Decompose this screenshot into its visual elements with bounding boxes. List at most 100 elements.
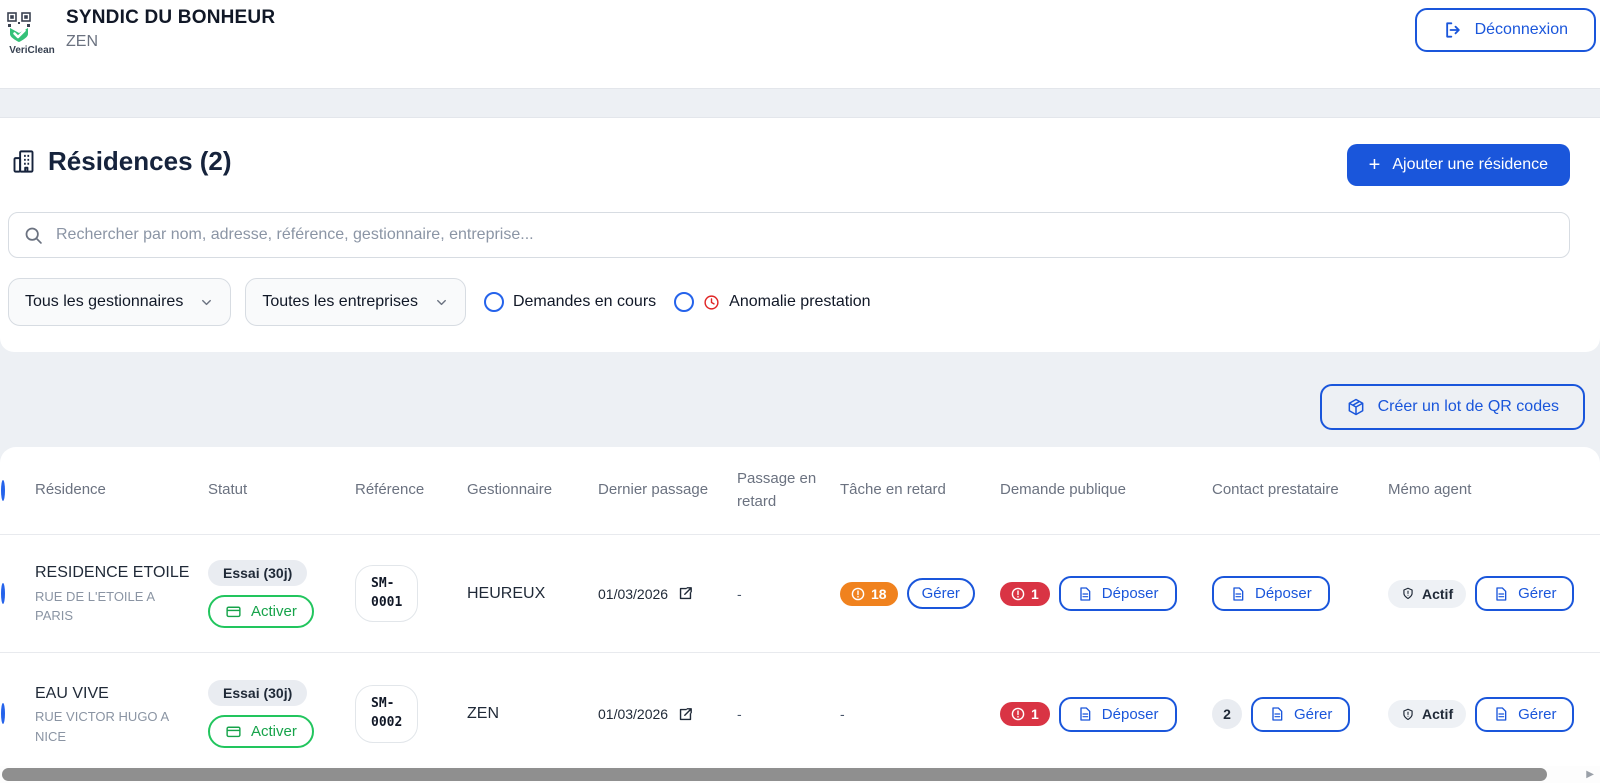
search-input[interactable]: [56, 226, 1555, 244]
last-visit-date: 01/03/2026: [598, 585, 669, 602]
deposit-contact-button[interactable]: Déposer: [1212, 576, 1330, 611]
public-request-badge: 1: [1000, 702, 1050, 726]
shield-icon: [1403, 587, 1413, 600]
scrollbar-right-arrow-icon[interactable]: ▶: [1586, 769, 1594, 780]
reference-pill: SM- 0001: [355, 564, 419, 623]
plus-icon: +: [1368, 154, 1381, 176]
shield-icon: [1403, 708, 1413, 720]
last-visit-date: 01/03/2026: [598, 706, 669, 722]
companies-dropdown[interactable]: Toutes les entreprises: [245, 278, 466, 326]
residence-address: RUE DE L'ETOILE A PARIS: [35, 588, 155, 624]
deposit-public-request-button[interactable]: Déposer: [1058, 696, 1177, 732]
alert-circle-icon: [1011, 587, 1025, 600]
building-icon: [13, 150, 34, 173]
deposit-public-request-label: Déposer: [1101, 585, 1159, 602]
reference-pill: SM- 0002: [355, 685, 419, 743]
page-title: Résidences (2): [48, 146, 232, 176]
public-request-badge: 1: [1000, 581, 1050, 606]
clock-icon: [704, 294, 719, 310]
filter-requests-toggle[interactable]: Demandes en cours: [483, 292, 656, 312]
late-visit-value: -: [737, 585, 742, 602]
memo-status-badge: Actif: [1388, 700, 1467, 728]
activate-label: Activer: [251, 602, 297, 620]
col-header-demande-publique: Demande publique: [1000, 481, 1126, 499]
manage-late-tasks-button[interactable]: Gérer: [906, 578, 975, 609]
document-icon: [1496, 586, 1507, 601]
divider-band: [0, 88, 1600, 118]
package-icon: [1348, 398, 1363, 416]
manager-name: HEUREUX: [467, 584, 546, 602]
logout-button[interactable]: Déconnexion: [1414, 8, 1596, 52]
residence-name: EAU VIVE: [35, 684, 109, 702]
create-qr-batch-button[interactable]: Créer un lot de QR codes: [1319, 384, 1585, 430]
col-header-reference: Référence: [355, 481, 425, 499]
document-icon: [1272, 707, 1283, 721]
document-icon: [1233, 586, 1244, 601]
alert-circle-icon: [1011, 707, 1025, 721]
manage-memo-label: Gérer: [1518, 585, 1557, 602]
col-header-tache-retard: Tâche en retard: [840, 481, 946, 499]
deposit-public-request-button[interactable]: Déposer: [1058, 576, 1177, 611]
top-bar: VeriClean SYNDIC DU BONHEUR ZEN Déconnex…: [0, 0, 1600, 88]
manage-memo-button[interactable]: Gérer: [1475, 576, 1575, 611]
manage-contact-label: Gérer: [1294, 705, 1333, 723]
memo-status-label: Actif: [1422, 706, 1454, 722]
deposit-public-request-label: Déposer: [1101, 705, 1159, 723]
chevron-down-icon: [437, 299, 446, 305]
col-header-contact-prestataire: Contact prestataire: [1212, 481, 1339, 499]
document-icon: [1080, 707, 1091, 721]
radio-circle-icon[interactable]: [674, 292, 695, 312]
late-tasks-count: 18: [871, 585, 887, 602]
late-tasks-badge: 18: [840, 581, 898, 606]
add-residence-label: Ajouter une résidence: [1392, 156, 1548, 173]
radio-circle-icon[interactable]: [483, 292, 504, 312]
horizontal-scrollbar[interactable]: ▶: [0, 766, 1600, 783]
deposit-contact-label: Déposer: [1255, 585, 1312, 602]
residence-address: RUE VICTOR HUGO A NICE: [35, 709, 169, 744]
filter-anomaly-toggle[interactable]: Anomalie prestation: [674, 292, 871, 312]
table-row: RESIDENCE ETOILE RUE DE L'ETOILE A PARIS…: [0, 535, 1600, 653]
residence-name: RESIDENCE ETOILE: [35, 564, 190, 582]
manage-late-tasks-label: Gérer: [921, 585, 960, 602]
table-header-row: Résidence Statut Référence Gestionnaire …: [0, 447, 1600, 535]
search-bar[interactable]: [8, 212, 1570, 258]
col-header-residence: Résidence: [35, 481, 106, 499]
col-header-statut: Statut: [208, 481, 248, 499]
logout-label: Déconnexion: [1474, 21, 1568, 38]
chevron-down-icon: [202, 299, 212, 305]
manage-memo-button[interactable]: Gérer: [1475, 696, 1575, 732]
add-residence-button[interactable]: + Ajouter une résidence: [1346, 144, 1570, 186]
row-checkbox[interactable]: [1, 582, 5, 604]
residences-table: Résidence Statut Référence Gestionnaire …: [0, 447, 1600, 783]
qr-band: Créer un lot de QR codes: [0, 352, 1600, 447]
col-header-passage-retard: Passage en retard: [737, 470, 817, 510]
activate-button[interactable]: Activer: [208, 594, 314, 628]
row-checkbox[interactable]: [1, 703, 5, 724]
manage-contact-button[interactable]: Gérer: [1251, 696, 1351, 732]
search-icon: [25, 227, 42, 244]
app-subtitle: ZEN: [66, 33, 98, 50]
managers-dropdown[interactable]: Tous les gestionnaires: [8, 278, 232, 326]
app-title: SYNDIC DU BONHEUR: [66, 7, 276, 28]
memo-status-badge: Actif: [1388, 579, 1467, 608]
scrollbar-thumb[interactable]: [2, 768, 1547, 781]
external-link-icon[interactable]: [677, 706, 694, 723]
document-icon: [1080, 586, 1091, 601]
col-header-memo-agent: Mémo agent: [1388, 481, 1472, 499]
credit-card-icon: [226, 726, 241, 738]
residences-panel: Résidences (2) + Ajouter une résidence T…: [0, 118, 1600, 352]
activate-button[interactable]: Activer: [208, 715, 314, 748]
logout-icon: [1445, 22, 1460, 38]
external-link-icon[interactable]: [677, 585, 694, 602]
reference-line2: 0001: [371, 594, 403, 610]
table-row: EAU VIVE RUE VICTOR HUGO A NICE Essai (3…: [0, 653, 1600, 775]
reference-line1: SM-: [371, 696, 395, 712]
alert-circle-icon: [851, 587, 865, 600]
manage-memo-label: Gérer: [1518, 705, 1557, 723]
companies-dropdown-value: Toutes les entreprises: [262, 293, 418, 310]
select-all-checkbox[interactable]: [1, 480, 5, 501]
reference-line1: SM-: [371, 575, 395, 591]
credit-card-icon: [226, 606, 241, 617]
activate-label: Activer: [251, 723, 297, 740]
app-logo: VeriClean: [2, 10, 62, 56]
